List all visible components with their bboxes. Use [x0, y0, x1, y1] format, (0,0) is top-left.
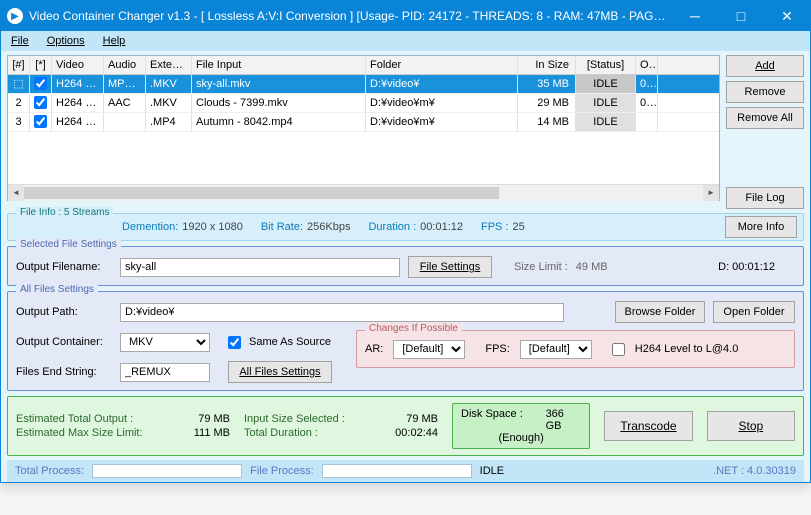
end-string-input[interactable]	[120, 363, 210, 382]
fps-select[interactable]: [Default]	[520, 340, 592, 359]
row-checkbox[interactable]	[34, 115, 47, 128]
disk-space-box: Disk Space :366 GB (Enough)	[452, 403, 590, 449]
stop-button[interactable]: Stop	[707, 411, 795, 441]
all-files-settings-button[interactable]: All Files Settings	[228, 361, 332, 383]
estimate-bar: Estimated Total Output :79 MB Estimated …	[7, 396, 804, 456]
col-audio[interactable]: Audio	[104, 56, 146, 74]
statusbar: Total Process: File Process: IDLE .NET :…	[7, 460, 804, 482]
table-row[interactable]: ⬚H264 (HI...MP3F....MKVsky-all.mkvD:¥vid…	[8, 75, 719, 94]
output-filename-label: Output Filename:	[16, 261, 112, 273]
same-as-source-checkbox[interactable]	[228, 336, 241, 349]
scroll-thumb[interactable]	[24, 187, 499, 199]
all-files-panel: All Files Settings Output Path: Browse F…	[7, 291, 804, 391]
browse-folder-button[interactable]: Browse Folder	[615, 301, 705, 323]
col-check[interactable]: [*]	[30, 56, 52, 74]
changes-panel: Changes If Possible AR: [Default] FPS: […	[356, 330, 795, 368]
output-path-input[interactable]	[120, 303, 564, 322]
table-row[interactable]: 3H264 (HI....MP4Autumn - 8042.mp4D:¥vide…	[8, 113, 719, 132]
file-settings-button[interactable]: File Settings	[408, 256, 492, 278]
app-window: ▶ Video Container Changer v1.3 - [ Lossl…	[0, 0, 811, 483]
menu-help[interactable]: Help	[103, 35, 126, 47]
h264-level-checkbox[interactable]	[612, 343, 625, 356]
remove-all-button[interactable]: Remove All	[726, 107, 804, 129]
col-file[interactable]: File Input	[192, 56, 366, 74]
horizontal-scrollbar[interactable]: ◄ ►	[8, 184, 719, 200]
row-checkbox[interactable]	[34, 96, 47, 109]
app-icon: ▶	[7, 8, 23, 24]
file-log-button[interactable]: File Log	[726, 187, 804, 209]
grid-header: [#] [*] Video Audio Extension File Input…	[8, 56, 719, 75]
col-folder[interactable]: Folder	[366, 56, 518, 74]
ar-select[interactable]: [Default]	[393, 340, 465, 359]
minimize-button[interactable]: ─	[672, 1, 718, 31]
output-container-select[interactable]: MKV	[120, 333, 210, 352]
col-size[interactable]: In Size	[518, 56, 576, 74]
col-out[interactable]: Out	[636, 56, 658, 74]
open-folder-button[interactable]: Open Folder	[713, 301, 795, 323]
maximize-button[interactable]: □	[718, 1, 764, 31]
scroll-right-icon[interactable]: ►	[703, 185, 719, 201]
more-info-button[interactable]: More Info	[725, 216, 797, 238]
scroll-left-icon[interactable]: ◄	[8, 185, 24, 201]
transcode-button[interactable]: Transcode	[604, 411, 692, 441]
add-button[interactable]: Add	[726, 55, 804, 77]
table-row[interactable]: 2H264 (HI...AAC.MKVClouds - 7399.mkvD:¥v…	[8, 94, 719, 113]
close-button[interactable]: ✕	[764, 1, 810, 31]
row-checkbox[interactable]	[34, 77, 47, 90]
total-progress	[92, 464, 242, 478]
menubar: File Options Help	[1, 31, 810, 51]
selected-file-panel: Selected File Settings Output Filename: …	[7, 246, 804, 286]
col-ext[interactable]: Extension	[146, 56, 192, 74]
window-title: Video Container Changer v1.3 - [ Lossles…	[29, 9, 672, 23]
remove-button[interactable]: Remove	[726, 81, 804, 103]
titlebar: ▶ Video Container Changer v1.3 - [ Lossl…	[1, 1, 810, 31]
col-index[interactable]: [#]	[8, 56, 30, 74]
file-info-bar: File Info : 5 Streams Demention:1920 x 1…	[7, 213, 804, 241]
col-status[interactable]: [Status]	[576, 56, 636, 74]
output-filename-input[interactable]	[120, 258, 400, 277]
file-progress	[322, 464, 472, 478]
menu-options[interactable]: Options	[47, 35, 85, 47]
menu-file[interactable]: File	[11, 35, 29, 47]
file-info-legend: File Info : 5 Streams	[16, 207, 113, 218]
file-grid[interactable]: [#] [*] Video Audio Extension File Input…	[7, 55, 720, 201]
col-video[interactable]: Video	[52, 56, 104, 74]
